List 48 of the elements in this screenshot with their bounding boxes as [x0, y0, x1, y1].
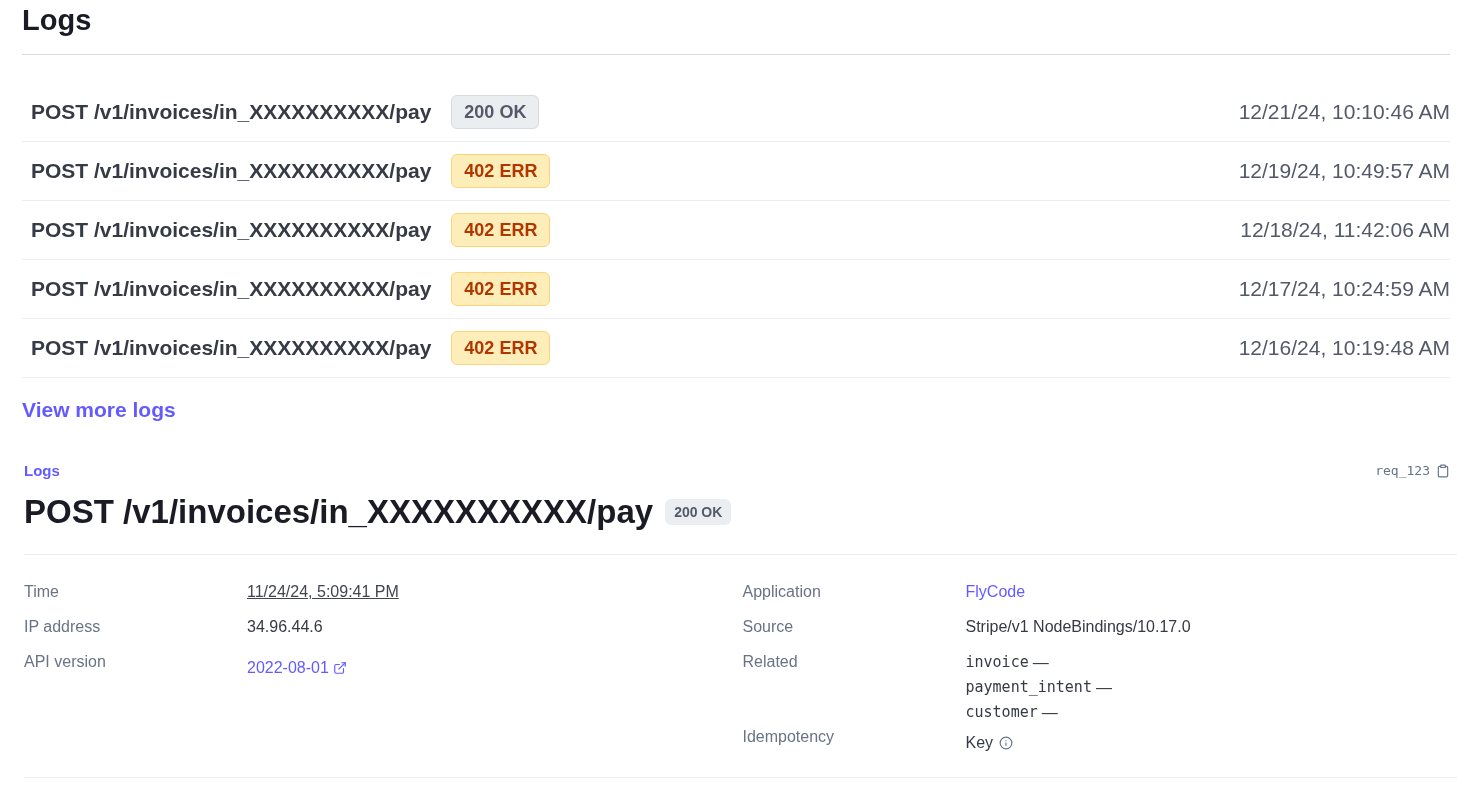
log-time: 12/16/24, 10:19:48 AM [1238, 335, 1450, 362]
status-badge: 402 ERR [451, 154, 551, 188]
related-value: — [1041, 703, 1058, 723]
log-row[interactable]: POST /v1/invoices/in_XXXXXXXXXX/pay 402 ERR 12/16/24, 10:19:48 AM [22, 319, 1450, 378]
log-request: POST /v1/invoices/in_XXXXXXXXXX/pay [31, 335, 432, 362]
view-more-logs-link[interactable]: View more logs [22, 394, 176, 426]
related-object: customer [965, 702, 1038, 723]
status-badge: 402 ERR [451, 331, 551, 365]
related-object: payment_intent [965, 677, 1092, 698]
log-request: POST /v1/invoices/in_XXXXXXXXXX/pay [31, 158, 432, 185]
field-label: Time [24, 582, 60, 602]
log-row[interactable]: POST /v1/invoices/in_XXXXXXXXXX/pay 200 OK 12/21/24, 10:10:46 AM [22, 83, 1450, 142]
external-link-icon [332, 660, 347, 675]
log-time: 12/18/24, 11:42:06 AM [1240, 217, 1450, 244]
status-badge: 402 ERR [451, 213, 551, 247]
breadcrumb-link[interactable]: Logs [24, 459, 60, 482]
application-link[interactable]: FlyCode [965, 580, 1026, 615]
field-label: Application [742, 582, 822, 602]
log-request: POST /v1/invoices/in_XXXXXXXXXX/pay [31, 99, 432, 126]
log-request: POST /v1/invoices/in_XXXXXXXXXX/pay [31, 217, 432, 244]
field-label: Related [742, 652, 799, 672]
log-row[interactable]: POST /v1/invoices/in_XXXXXXXXXX/pay 402 ERR 12/18/24, 11:42:06 AM [22, 201, 1450, 260]
field-label: IP address [24, 617, 102, 637]
clipboard-icon[interactable] [1436, 463, 1450, 478]
info-icon [999, 735, 1014, 750]
log-time: 12/19/24, 10:49:57 AM [1238, 158, 1450, 185]
field-label: API version [24, 652, 107, 672]
log-row[interactable]: POST /v1/invoices/in_XXXXXXXXXX/pay 402 ERR 12/19/24, 10:49:57 AM [22, 142, 1450, 201]
field-value: Key [965, 732, 994, 753]
log-row[interactable]: POST /v1/invoices/in_XXXXXXXXXX/pay 402 ERR 12/17/24, 10:24:59 AM [22, 260, 1450, 319]
related-value: — [1032, 653, 1049, 673]
status-badge: 200 OK [451, 95, 540, 129]
log-request: POST /v1/invoices/in_XXXXXXXXXX/pay [31, 276, 432, 303]
related-value: — [1095, 678, 1112, 698]
status-badge: 402 ERR [451, 272, 551, 306]
log-time: 12/17/24, 10:24:59 AM [1238, 276, 1450, 303]
related-object: invoice [965, 652, 1029, 673]
field-value: 34.96.44.6 [247, 617, 323, 637]
page-title: Logs [22, 3, 93, 38]
request-id: req_123 [1375, 462, 1430, 480]
log-time: 12/21/24, 10:10:46 AM [1238, 99, 1450, 126]
time-link[interactable]: 11/24/24, 5:09:41 PM [247, 580, 399, 615]
field-label: Source [742, 617, 795, 637]
field-label: Idempotency [742, 727, 836, 747]
request-title: POST /v1/invoices/in_XXXXXXXXXX/pay [24, 492, 654, 533]
api-version-link[interactable]: 2022-08-01 [247, 655, 329, 680]
status-badge: 200 OK [665, 499, 732, 525]
field-value: Stripe/v1 NodeBindings/10.17.0 [965, 617, 1191, 637]
